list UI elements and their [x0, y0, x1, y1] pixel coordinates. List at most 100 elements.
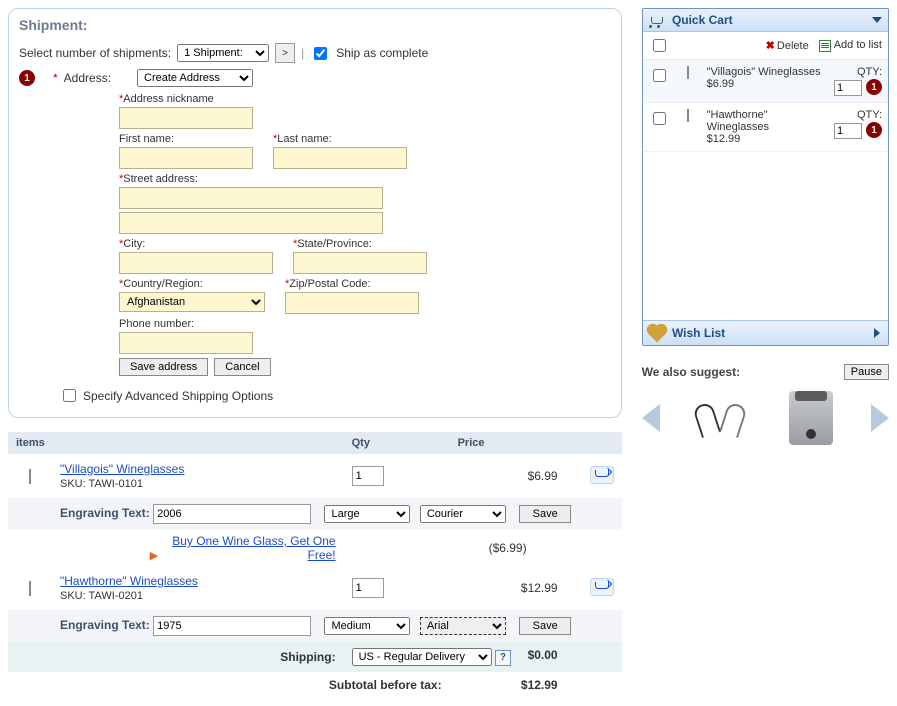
- suggest-thumb-1[interactable]: [690, 388, 750, 448]
- delete-link[interactable]: ✖Delete: [766, 39, 809, 52]
- promo-row: ▶ Buy One Wine Glass, Get One Free! ($6.…: [8, 530, 622, 566]
- wishlist-bar[interactable]: Wish List: [643, 320, 888, 345]
- country-select[interactable]: Afghanistan: [119, 292, 265, 312]
- item-link[interactable]: "Villagois" Wineglasses: [60, 462, 184, 476]
- address-select[interactable]: Create Address: [137, 69, 253, 87]
- zip-input[interactable]: [285, 292, 419, 314]
- save-address-button[interactable]: Save address: [119, 358, 208, 376]
- next-arrow-icon[interactable]: [871, 404, 889, 432]
- add-cart-icon[interactable]: [590, 578, 614, 596]
- col-price: Price: [450, 432, 566, 454]
- qty-input[interactable]: [352, 466, 384, 486]
- phone-input[interactable]: [119, 332, 253, 354]
- suggest-thumb-2[interactable]: [781, 388, 841, 448]
- pause-button[interactable]: Pause: [844, 364, 889, 380]
- collapse-icon[interactable]: [872, 17, 882, 23]
- shipping-method-select[interactable]: US - Regular Delivery: [352, 648, 492, 666]
- promo-price: ($6.99): [450, 530, 566, 566]
- cart-badge: 1: [866, 122, 882, 138]
- engrave-row: Engraving Text: Large Courier Save: [8, 498, 622, 530]
- subtotal-row: Subtotal before tax: $12.99: [8, 672, 622, 698]
- cart-badge: 1: [866, 79, 882, 95]
- engrave-input[interactable]: [153, 616, 311, 636]
- col-items: items: [8, 432, 344, 454]
- font-select[interactable]: Courier: [420, 505, 506, 523]
- table-row: "Villagois" Wineglasses SKU: TAWI-0101 $…: [8, 454, 622, 498]
- city-input[interactable]: [119, 252, 273, 274]
- suggest-panel: We also suggest: Pause: [642, 364, 889, 448]
- table-row: "Hawthorne" Wineglasses SKU: TAWI-0201 $…: [8, 566, 622, 610]
- cart-item-name: "Hawthorne" Wineglasses: [707, 109, 828, 133]
- subtotal-amount: $12.99: [450, 672, 566, 698]
- lastname-label: *Last name:: [273, 133, 407, 145]
- cart-qty-label: QTY:: [834, 66, 882, 78]
- separator: |: [301, 46, 304, 60]
- save-engrave-button[interactable]: Save: [519, 617, 571, 635]
- city-label: *City:: [119, 238, 273, 250]
- engrave-input[interactable]: [153, 504, 311, 524]
- nickname-label: *Address nickname: [119, 93, 611, 105]
- cart-item-checkbox[interactable]: [653, 69, 666, 82]
- prev-arrow-icon[interactable]: [642, 404, 660, 432]
- quick-cart-title: Quick Cart: [672, 13, 733, 27]
- heart-icon: [648, 325, 665, 342]
- step-badge-1: 1: [19, 70, 35, 86]
- cart-item-checkbox[interactable]: [653, 112, 666, 125]
- lastname-input[interactable]: [273, 147, 407, 169]
- wineglass-icon: [680, 109, 696, 121]
- wineglass-icon: [22, 581, 38, 595]
- engrave-row: Engraving Text: Medium Arial Save: [8, 610, 622, 642]
- font-select[interactable]: Arial: [420, 617, 506, 635]
- list-icon: [819, 40, 831, 52]
- cart-icon: [649, 15, 665, 27]
- item-link[interactable]: "Hawthorne" Wineglasses: [60, 574, 198, 588]
- cart-item: "Villagois" Wineglasses $6.99 QTY: 1: [643, 60, 888, 103]
- items-header-row: items Qty Price: [8, 432, 622, 454]
- qty-input[interactable]: [352, 578, 384, 598]
- country-label: *Country/Region:: [119, 278, 265, 290]
- wineglass-icon: [680, 66, 696, 78]
- shipment-title: Shipment:: [19, 17, 611, 33]
- size-select[interactable]: Medium: [324, 617, 410, 635]
- shipment-panel: Shipment: Select number of shipments: 1 …: [8, 8, 622, 418]
- cart-selectall-checkbox[interactable]: [653, 39, 666, 52]
- cart-qty-label: QTY:: [834, 109, 882, 121]
- firstname-input[interactable]: [119, 147, 253, 169]
- quick-cart-panel: Quick Cart ✖Delete Add to list: [642, 8, 889, 346]
- adv-shipping-label: Specify Advanced Shipping Options: [83, 389, 273, 403]
- street-input-2[interactable]: [119, 212, 383, 234]
- promo-link[interactable]: Buy One Wine Glass, Get One Free!: [166, 534, 336, 562]
- shipments-select[interactable]: 1 Shipment:: [177, 44, 269, 62]
- item-sku: SKU: TAWI-0101: [60, 478, 143, 490]
- required-star: *: [53, 71, 58, 85]
- item-price: $6.99: [450, 454, 566, 498]
- save-engrave-button[interactable]: Save: [519, 505, 571, 523]
- wishlist-label: Wish List: [672, 326, 725, 340]
- state-input[interactable]: [293, 252, 427, 274]
- subtotal-label: Subtotal before tax:: [52, 672, 450, 698]
- help-icon[interactable]: ?: [495, 650, 511, 666]
- cart-qty-input[interactable]: [834, 80, 862, 96]
- items-table: items Qty Price "Villagois" Wineglasses …: [8, 432, 622, 698]
- ship-complete-label: Ship as complete: [336, 46, 428, 60]
- go-button[interactable]: >: [275, 43, 295, 63]
- phone-label: Phone number:: [119, 318, 611, 330]
- wineglass-icon: [22, 469, 38, 483]
- ship-complete-checkbox[interactable]: [314, 47, 327, 60]
- street-input-1[interactable]: [119, 187, 383, 209]
- shipping-label: Shipping:: [52, 642, 344, 672]
- add-to-list-link[interactable]: Add to list: [819, 39, 882, 51]
- quick-cart-header: Quick Cart: [643, 9, 888, 32]
- cancel-button[interactable]: Cancel: [214, 358, 270, 376]
- size-select[interactable]: Large: [324, 505, 410, 523]
- firstname-label: First name:: [119, 133, 253, 145]
- suggest-title: We also suggest:: [642, 365, 740, 379]
- nickname-input[interactable]: [119, 107, 253, 129]
- add-cart-icon[interactable]: [590, 466, 614, 484]
- cart-qty-input[interactable]: [834, 123, 862, 139]
- adv-shipping-checkbox[interactable]: [63, 389, 76, 402]
- expand-icon[interactable]: [874, 328, 880, 338]
- zip-label: *Zip/Postal Code:: [285, 278, 419, 290]
- cart-item-name: "Villagois" Wineglasses: [707, 66, 828, 78]
- engrave-label: Engraving Text:: [60, 506, 150, 520]
